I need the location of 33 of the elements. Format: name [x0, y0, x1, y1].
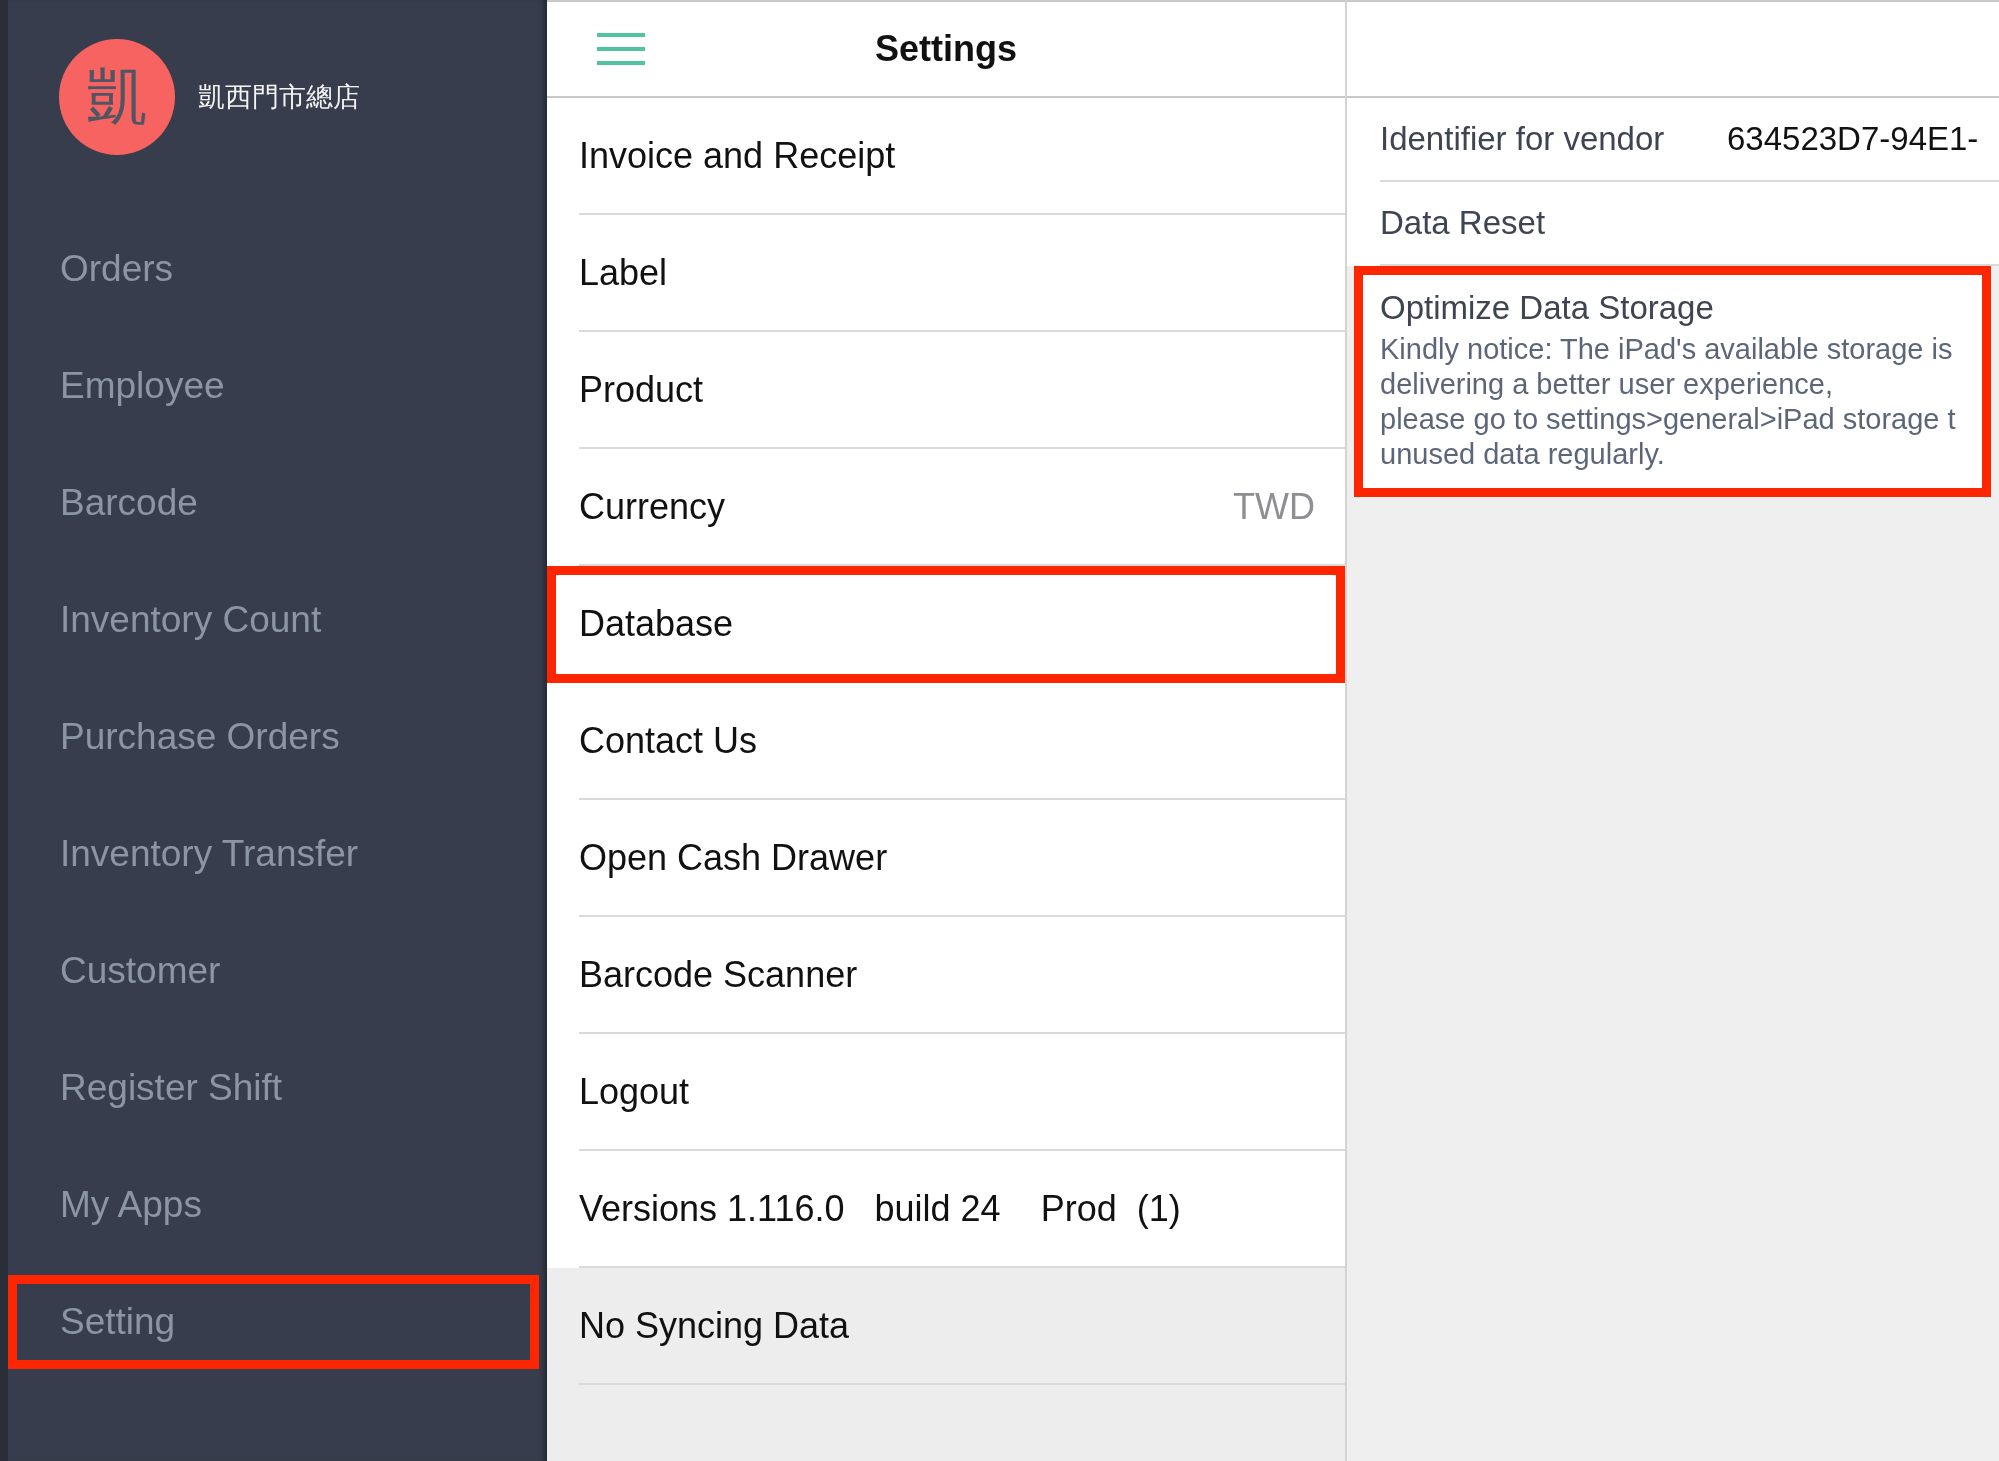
settings-item[interactable]: Product: [547, 332, 1345, 449]
version-info: Versions 1.116.0 build 24 Prod (1): [547, 1151, 1345, 1268]
store-avatar: 凱: [59, 39, 175, 155]
field-label: Identifier for vendor: [1380, 119, 1666, 160]
nav-item[interactable]: Employee: [8, 339, 539, 433]
menu-icon: [597, 33, 645, 65]
field-value: 634523D7-94E1-: [1727, 119, 1979, 160]
notice-text: Kindly notice: The iPad's available storage is delivering a better user experience, please go to settings>general>iPad storage t unused data regularly.: [1380, 332, 1957, 472]
nav-item[interactable]: Orders: [8, 222, 539, 316]
nav-item[interactable]: Inventory Count: [8, 573, 539, 667]
settings-item[interactable]: Barcode Scanner: [547, 917, 1345, 1034]
notice-title: Optimize Data Storage: [1380, 288, 1715, 328]
action-item[interactable]: Data Reset: [1347, 182, 1999, 266]
nav-item[interactable]: Customer: [8, 924, 539, 1018]
nav-item[interactable]: Setting: [8, 1275, 539, 1369]
nav-item[interactable]: Register Shift: [8, 1041, 539, 1135]
page-title: Settings: [875, 27, 1017, 71]
notice-panel[interactable]: Optimize Data Storage Kindly notice: The iPad's available storage is delivering a better user experience, please go to settings>general>iPad storage t unused data regularly.: [1354, 266, 1991, 497]
settings-item[interactable]: Contact Us: [547, 683, 1345, 800]
menu-button[interactable]: [597, 33, 645, 65]
settings-item[interactable]: Invoice and Receipt: [547, 98, 1345, 215]
store-name: 凱西門市總店: [198, 80, 360, 114]
settings-item[interactable]: Label: [547, 215, 1345, 332]
nav-item[interactable]: Inventory Transfer: [8, 807, 539, 901]
sync-status: No Syncing Data: [547, 1268, 1345, 1385]
settings-item[interactable]: Currency TWD: [547, 449, 1345, 566]
nav-item[interactable]: Barcode: [8, 456, 539, 550]
nav-item[interactable]: Purchase Orders: [8, 690, 539, 784]
settings-item[interactable]: Database: [547, 566, 1345, 683]
nav-item[interactable]: My Apps: [8, 1158, 539, 1252]
settings-item[interactable]: Open Cash Drawer: [547, 800, 1345, 917]
settings-item[interactable]: Logout: [547, 1034, 1345, 1151]
row-value: TWD: [1233, 484, 1315, 529]
